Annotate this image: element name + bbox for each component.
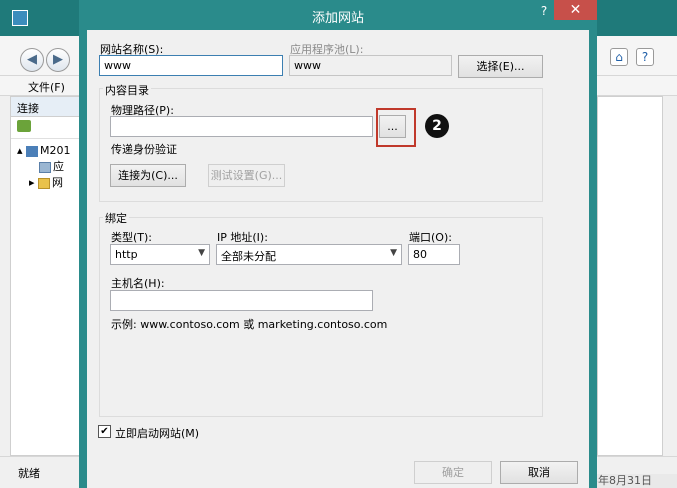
ip-address-value: 全部未分配 xyxy=(221,250,276,263)
dialog-title: 添加网站 xyxy=(311,11,364,26)
server-icon xyxy=(26,145,39,157)
step-2-badge: 2 xyxy=(425,114,449,138)
back-arrow-icon[interactable]: ◀ xyxy=(20,48,44,72)
forward-arrow-icon[interactable]: ▶ xyxy=(46,48,70,72)
chevron-down-icon: ▼ xyxy=(390,248,397,258)
host-name-example: 示例: www.contoso.com 或 marketing.contoso.… xyxy=(111,318,388,331)
toolbar-icons: ⌂ ? xyxy=(604,46,664,68)
select-pool-button[interactable]: 选择(E)... xyxy=(458,55,543,78)
app-pool-field: www xyxy=(289,55,452,76)
ip-address-label: IP 地址(I): xyxy=(217,231,268,244)
connect-icon[interactable] xyxy=(17,120,31,132)
tree-item-sites[interactable]: ▸ 网 xyxy=(17,175,71,191)
test-settings-button: 测试设置(G)... xyxy=(208,164,285,187)
connections-panel: 连接 ▴ M201 应 ▸ 网 xyxy=(10,96,80,456)
add-website-dialog: 添加网站 ? ✕ 网站名称(S): www 应用程序池(L): www 选择(E… xyxy=(79,0,597,488)
menu-file[interactable]: 文件(F) xyxy=(28,79,65,95)
home-icon[interactable]: ⌂ xyxy=(610,48,628,66)
app-pool-icon xyxy=(39,161,51,173)
dialog-client-area: 网站名称(S): www 应用程序池(L): www 选择(E)... 内容目录… xyxy=(87,30,589,488)
tree-item-server[interactable]: ▴ M201 xyxy=(17,143,71,159)
actions-panel xyxy=(597,96,663,456)
cancel-button[interactable]: 取消 xyxy=(500,461,578,484)
content-directory-label: 内容目录 xyxy=(103,82,151,98)
start-immediately-checkbox[interactable]: ✔ xyxy=(98,425,111,438)
tree-item-app-pools[interactable]: 应 xyxy=(17,159,71,175)
host-name-input[interactable] xyxy=(110,290,373,311)
dialog-titlebar: 添加网站 ? ✕ xyxy=(79,0,597,30)
physical-path-input[interactable] xyxy=(110,116,373,137)
dialog-close-button[interactable]: ✕ xyxy=(554,0,597,20)
connect-as-button[interactable]: 连接为(C)... xyxy=(110,164,186,187)
dialog-help-icon[interactable]: ? xyxy=(537,4,551,22)
passthrough-auth-label: 传递身份验证 xyxy=(111,143,177,156)
port-label: 端口(O): xyxy=(409,231,452,244)
browse-button-highlight xyxy=(376,108,416,147)
start-immediately-label[interactable]: 立即启动网站(M) xyxy=(115,425,199,441)
site-name-input[interactable]: www xyxy=(99,55,283,76)
ip-address-select[interactable]: 全部未分配 ▼ xyxy=(216,244,402,265)
binding-label: 绑定 xyxy=(103,210,129,226)
ok-button: 确定 xyxy=(414,461,492,484)
status-text: 就绪 xyxy=(18,467,40,480)
host-name-label: 主机名(H): xyxy=(111,277,165,290)
iis-app-icon xyxy=(12,10,28,26)
connections-tree: ▴ M201 应 ▸ 网 xyxy=(17,143,71,191)
port-input[interactable]: 80 xyxy=(408,244,460,265)
binding-type-label: 类型(T): xyxy=(111,231,153,244)
help-icon[interactable]: ? xyxy=(636,48,654,66)
binding-type-value: http xyxy=(115,248,138,261)
chevron-down-icon: ▼ xyxy=(198,248,205,258)
binding-type-select[interactable]: http ▼ xyxy=(110,244,210,265)
connections-toolbar xyxy=(11,117,79,139)
connections-header: 连接 xyxy=(11,97,79,117)
sites-folder-icon xyxy=(38,177,51,189)
